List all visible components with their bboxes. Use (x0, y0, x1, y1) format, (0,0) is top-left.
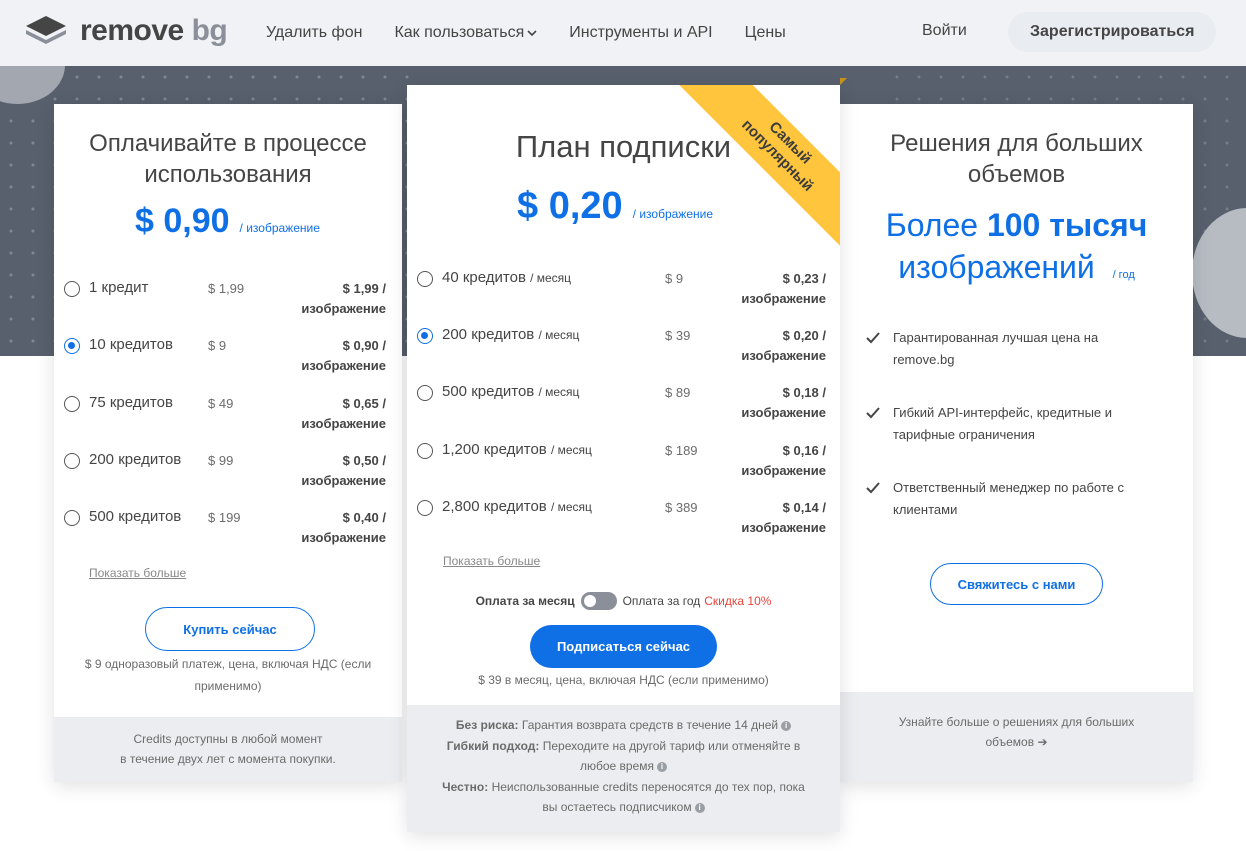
plan-option[interactable]: 1 кредит $ 1,99 $ 1,99 /изображение (54, 279, 402, 325)
ribbon-fold (840, 78, 847, 85)
plan-option[interactable]: 1,200 кредитов / месяц $ 189 $ 0,16 /изо… (407, 441, 840, 487)
show-more-link[interactable]: Показать больше (443, 554, 540, 568)
card-subscription: Самый популярный План подписки $ 0,20 / … (407, 85, 840, 832)
most-popular-ribbon: Самый популярный (678, 85, 840, 255)
monthly-label: Оплата за месяц (475, 594, 575, 608)
radio-button[interactable] (417, 271, 433, 287)
logo-icon (26, 16, 66, 44)
nav-link-how-to[interactable]: Как пользоваться (394, 24, 537, 42)
billing-toggle[interactable] (580, 592, 617, 610)
radio-button[interactable] (417, 385, 433, 401)
plan-option[interactable]: 500 кредитов / месяц $ 89 $ 0,18 /изобра… (407, 383, 840, 429)
top-nav: remove bg Удалить фон Как пользоваться И… (0, 0, 1246, 66)
card-title: Оплачивайте в процессе использования (89, 130, 367, 188)
info-icon[interactable]: i (694, 802, 705, 813)
radio-button[interactable] (417, 443, 433, 459)
login-link[interactable]: Войти (922, 22, 967, 40)
card-footer: Credits доступны в любой момент в течени… (54, 717, 402, 782)
plan-option[interactable]: 40 кредитов / месяц $ 9 $ 0,23 /изображе… (407, 269, 840, 315)
check-icon (866, 407, 880, 419)
signup-button[interactable]: Зарегистрироваться (1008, 12, 1217, 52)
nav-link-tools-api[interactable]: Инструменты и API (569, 24, 712, 42)
radio-button[interactable] (417, 500, 433, 516)
feature-item: Гибкий API-интерфейс, кредитные и тарифны… (893, 405, 1113, 442)
radio-button[interactable] (64, 453, 80, 469)
logo[interactable]: remove bg (24, 14, 228, 48)
radio-button-selected[interactable] (64, 338, 80, 354)
discount-badge: Скидка 10% (704, 594, 772, 608)
radio-button[interactable] (64, 281, 80, 297)
check-icon (866, 482, 880, 494)
volume-headline: Более 100 тысяч изображений / год (885, 207, 1148, 285)
buy-now-button[interactable]: Купить сейчас (145, 607, 315, 651)
radio-button[interactable] (64, 396, 80, 412)
show-more-link[interactable]: Показать больше (89, 566, 186, 580)
plan-option[interactable]: 200 кредитов / месяц $ 39 $ 0,20 /изобра… (407, 326, 840, 372)
plan-option[interactable]: 10 кредитов $ 9 $ 0,90 /изображение (54, 336, 402, 382)
plan-option[interactable]: 75 кредитов $ 49 $ 0,65 /изображение (54, 394, 402, 440)
arrow-right-icon: ➔ (1037, 735, 1048, 749)
subscription-note: $ 39 в месяц, цена, включая НДС (если пр… (478, 673, 769, 687)
price: $ 0,90 / изображение (135, 202, 320, 240)
plan-option[interactable]: 200 кредитов $ 99 $ 0,50 /изображение (54, 451, 402, 497)
contact-us-button[interactable]: Свяжитесь с нами (930, 563, 1103, 605)
yearly-label: Оплата за год (622, 594, 701, 608)
card-pay-as-you-go: Оплачивайте в процессе использования $ 0… (54, 104, 402, 782)
card-enterprise: Решения для больших объемов Более 100 ты… (840, 104, 1193, 782)
card-footer[interactable]: Узнайте больше о решениях для больших об… (840, 692, 1193, 782)
check-icon (866, 332, 880, 344)
plan-option[interactable]: 500 кредитов $ 199 $ 0,40 /изображение (54, 508, 402, 554)
nav-link-pricing[interactable]: Цены (745, 24, 786, 42)
plan-option[interactable]: 2,800 кредитов / месяц $ 389 $ 0,14 /изо… (407, 498, 840, 544)
feature-item: Гарантированная лучшая цена на remove.bg (893, 330, 1099, 367)
card-footer: Без риска: Гарантия возврата средств в т… (407, 705, 840, 832)
radio-button-selected[interactable] (417, 328, 433, 344)
subscribe-now-button[interactable]: Подписаться сейчас (530, 625, 717, 668)
radio-button[interactable] (64, 510, 80, 526)
card-title: Решения для больших объемов (890, 130, 1143, 188)
info-icon[interactable]: i (781, 720, 792, 731)
info-icon[interactable]: i (657, 761, 668, 772)
nav-link-remove-bg[interactable]: Удалить фон (266, 24, 362, 42)
price: $ 0,20 / изображение (517, 185, 713, 227)
payment-note: $ 9 одноразовый платеж, цена, включая НД… (84, 657, 372, 693)
chevron-down-icon (527, 30, 537, 37)
logo-text: remove bg (80, 14, 228, 47)
feature-item: Ответственный менеджер по работе с клиент… (893, 480, 1124, 517)
billing-toggle-row: Оплата за месяц Оплата за год Скидка 10% (407, 592, 840, 610)
